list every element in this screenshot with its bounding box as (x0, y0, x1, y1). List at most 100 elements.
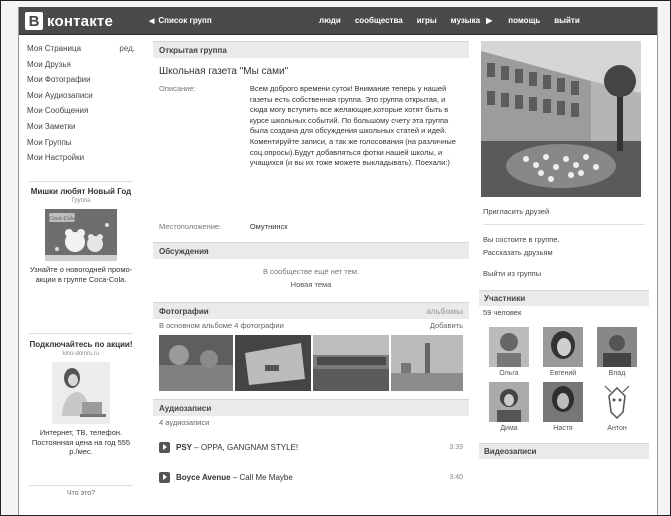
sidebar-item-label: Моя Страница (27, 44, 82, 53)
avatar-image (489, 327, 529, 367)
audio-track[interactable]: Boyce Avenue – Call Me Maybe 3:40 (153, 464, 469, 490)
avatar[interactable] (489, 382, 529, 422)
member-name[interactable]: Евгений (538, 370, 588, 382)
ad-title[interactable]: Подключайтесь по акции! (29, 340, 133, 350)
nav-music[interactable]: музыка (451, 16, 480, 25)
members-grid: Ольга Евгений Влад Дима Настя Антон (479, 327, 649, 437)
ad-divider (29, 181, 133, 182)
sidebar-item-messages[interactable]: Мои Сообщения (19, 103, 143, 119)
section-title: Видеозаписи (484, 447, 537, 456)
track-title: PSY – OPPA, GANGNAM STYLE! (176, 443, 449, 452)
svg-text:Coca-Cola: Coca-Cola (49, 216, 75, 222)
track-title: Boyce Avenue – Call Me Maybe (176, 473, 449, 482)
nav-games[interactable]: игры (417, 16, 437, 25)
audio-track[interactable]: PSY – OPPA, GANGNAM STYLE! 3:39 (153, 434, 469, 460)
play-icon[interactable] (159, 471, 170, 483)
photo-thumb[interactable] (390, 335, 463, 391)
sidebar-item-label: Мои Настройки (27, 153, 85, 163)
member-name[interactable]: Антон (592, 425, 642, 437)
ad-block-cocacola[interactable]: Мишки любят Новый Год Группа Coca-Cola У… (29, 187, 133, 284)
albums-link[interactable]: альбомы (426, 303, 463, 319)
member-card[interactable]: Антон (592, 382, 642, 437)
member-name[interactable]: Дима (484, 425, 534, 437)
members-header[interactable]: Участники (479, 290, 649, 306)
audio-subline: 4 аудиозаписи (153, 416, 469, 430)
sidebar-item-label: Мои Друзья (27, 59, 71, 69)
track-artist[interactable]: Boyce Avenue (176, 473, 231, 482)
videos-header[interactable]: Видеозаписи (479, 443, 649, 459)
section-title: Обсуждения (159, 247, 209, 256)
description-label: Описание: (159, 84, 196, 93)
group-title: Школьная газета "Мы сами" (159, 66, 289, 77)
nav-help[interactable]: помощь (508, 16, 540, 25)
member-card[interactable]: Ольга (484, 327, 534, 382)
nav-people[interactable]: люди (319, 16, 341, 25)
group-main-photo[interactable] (481, 41, 641, 197)
logo-text: контакте (47, 12, 114, 30)
ad-title[interactable]: Мишки любят Новый Год (29, 187, 133, 197)
left-sidebar: Моя Страница ред. Мои Друзья Мои Фотогра… (19, 41, 143, 166)
sidebar-item-label: Мои Заметки (27, 121, 76, 131)
member-card[interactable]: Настя (538, 382, 588, 437)
avatar[interactable] (597, 382, 637, 422)
discussions-header[interactable]: Обсуждения (153, 242, 469, 259)
ad-image-woman-laptop[interactable] (52, 362, 110, 424)
back-arrow-icon: ◀ (149, 17, 155, 25)
sidebar-item-my-page[interactable]: Моя Страница ред. (19, 41, 143, 57)
member-card[interactable]: Евгений (538, 327, 588, 382)
sidebar-item-audio[interactable]: Мои Аудиозаписи (19, 88, 143, 104)
avatar[interactable] (543, 382, 583, 422)
member-name[interactable]: Настя (538, 425, 588, 437)
ad-image-bears[interactable]: Coca-Cola (45, 209, 117, 261)
sidebar-item-notes[interactable]: Мои Заметки (19, 119, 143, 135)
avatar-image (597, 327, 637, 367)
ad-divider (29, 485, 133, 486)
photos-header[interactable]: Фотографии альбомы (153, 302, 469, 319)
nav-logout[interactable]: выйти (554, 16, 580, 25)
tell-friends-link[interactable]: Рассказать друзьям (479, 248, 649, 257)
member-card[interactable]: Влад (592, 327, 642, 382)
member-status-text: Вы состоите в группе. (483, 235, 560, 244)
photo-thumb[interactable] (235, 335, 311, 391)
avatar[interactable] (543, 327, 583, 367)
page: В контакте ◀ Список групп люди сообществ… (18, 7, 658, 515)
school-building-photo (481, 41, 641, 197)
sidebar-item-friends[interactable]: Мои Друзья (19, 57, 143, 73)
sidebar-item-settings[interactable]: Мои Настройки (19, 150, 143, 166)
audio-header[interactable]: Аудиозаписи (153, 399, 469, 416)
sidebar-item-groups[interactable]: Мои Группы (19, 135, 143, 151)
ad-block-domru[interactable]: Подключайтесь по акции! kino-domru.ru Ин… (29, 340, 133, 457)
location-row: Местоположение: Омутнинск (153, 222, 469, 236)
vk-logo[interactable]: В контакте (25, 12, 113, 30)
invite-friends-link[interactable]: Пригласить друзей (479, 207, 649, 216)
new-topic-link[interactable]: Новая тема (153, 280, 469, 289)
photo-thumb[interactable] (159, 335, 233, 391)
what-is-this-link[interactable]: Что это? (29, 490, 133, 497)
play-icon[interactable] (159, 441, 170, 453)
avatar-image (597, 382, 637, 422)
members-count[interactable]: 59 человек (479, 308, 649, 317)
member-card[interactable]: Дима (484, 382, 534, 437)
add-photo-link[interactable]: Добавить (430, 319, 463, 333)
edit-link[interactable]: ред. (119, 41, 135, 57)
leave-group-link[interactable]: Выйти из группы (479, 269, 649, 278)
music-play-icon[interactable]: ▶ (486, 16, 492, 25)
member-name[interactable]: Влад (592, 370, 642, 382)
avatar[interactable] (597, 327, 637, 367)
open-group-header: Открытая группа (153, 41, 469, 58)
avatar[interactable] (489, 327, 529, 367)
photo-image (312, 335, 389, 391)
photo-thumb[interactable] (312, 335, 389, 391)
photos-subline: В основном альбоме 4 фотографии Добавить (153, 319, 469, 333)
ad-divider (29, 333, 133, 334)
section-title: Открытая группа (159, 46, 227, 55)
track-duration: 3:39 (449, 443, 463, 451)
track-artist[interactable]: PSY (176, 443, 192, 452)
sidebar-item-photos[interactable]: Мои Фотографии (19, 72, 143, 88)
avatar-image (489, 382, 529, 422)
nav-communities[interactable]: сообщества (355, 16, 403, 25)
member-name[interactable]: Ольга (484, 370, 534, 382)
group-list-link[interactable]: ◀ Список групп (149, 16, 212, 25)
bears-illustration: Coca-Cola (45, 209, 117, 261)
section-title: Участники (484, 294, 526, 303)
